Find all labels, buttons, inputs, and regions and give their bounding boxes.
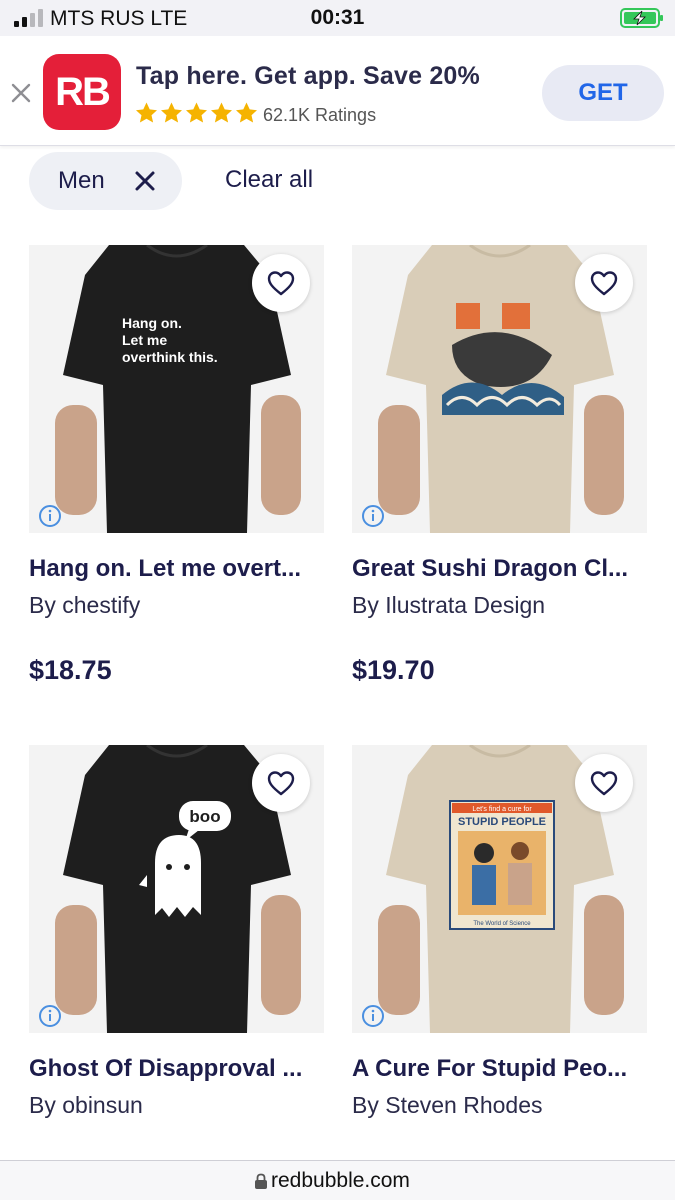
star-icon: [136, 102, 157, 123]
get-app-button[interactable]: GET: [542, 65, 664, 121]
shirt-print-line: overthink this.: [122, 349, 218, 365]
heart-icon: [267, 271, 295, 296]
close-icon[interactable]: [8, 80, 34, 106]
star-icon: [161, 102, 182, 123]
product-image[interactable]: [352, 245, 647, 533]
shirt-print-line: Hang on.: [122, 315, 182, 331]
heart-icon: [590, 271, 618, 296]
star-icon: [211, 102, 232, 123]
product-image[interactable]: Hang on. Let me overthink this.: [29, 245, 324, 533]
app-install-banner[interactable]: RB Tap here. Get app. Save 20% 62.1K Rat…: [0, 36, 675, 146]
heart-icon: [267, 771, 295, 796]
info-icon[interactable]: [361, 1004, 385, 1028]
shirt-print-line: Let me: [122, 332, 167, 348]
favorite-button[interactable]: [252, 254, 310, 312]
redbubble-app-logo: RB: [43, 54, 121, 130]
favorite-button[interactable]: [575, 254, 633, 312]
product-title[interactable]: Ghost Of Disapproval ...: [29, 1055, 329, 1083]
browser-address-bar[interactable]: redbubble.com: [0, 1160, 675, 1200]
clock: 00:31: [310, 6, 365, 29]
info-icon[interactable]: [38, 504, 62, 528]
product-title[interactable]: A Cure For Stupid Peo...: [352, 1055, 652, 1083]
shirt-print-line: boo: [189, 807, 220, 826]
rating-stars: [134, 101, 259, 125]
filter-chip-label: Men: [58, 167, 105, 194]
lock-icon: [255, 1173, 267, 1189]
product-image[interactable]: boo: [29, 745, 324, 1033]
shirt-print-line: Let's find a cure for: [472, 806, 532, 813]
star-icon: [236, 102, 257, 123]
star-icon: [186, 102, 207, 123]
product-image[interactable]: Let's find a cure for STUPID PEOPLE The …: [352, 745, 647, 1033]
shirt-print-line: The World of Science: [473, 921, 531, 927]
product-artist[interactable]: By chestify: [29, 592, 140, 619]
favorite-button[interactable]: [575, 754, 633, 812]
filter-chip-men[interactable]: Men: [29, 152, 182, 210]
info-icon[interactable]: [361, 504, 385, 528]
clear-all-filters-link[interactable]: Clear all: [225, 166, 313, 194]
ratings-count: 62.1K Ratings: [263, 105, 377, 125]
status-bar: MTS RUS LTE 00:31: [0, 0, 675, 36]
favorite-button[interactable]: [252, 754, 310, 812]
info-icon[interactable]: [38, 1004, 62, 1028]
battery-charging-icon: [620, 8, 663, 28]
product-title[interactable]: Hang on. Let me overt...: [29, 555, 329, 583]
product-artist[interactable]: By Steven Rhodes: [352, 1092, 543, 1119]
product-title[interactable]: Great Sushi Dragon Cl...: [352, 555, 652, 583]
shirt-print-line: STUPID PEOPLE: [458, 816, 546, 828]
product-artist[interactable]: By obinsun: [29, 1092, 143, 1119]
product-price: $19.70: [352, 655, 435, 685]
url-text[interactable]: redbubble.com: [271, 1169, 410, 1193]
banner-title: Tap here. Get app. Save 20%: [136, 62, 480, 90]
product-artist[interactable]: By Ilustrata Design: [352, 592, 545, 619]
heart-icon: [590, 771, 618, 796]
remove-filter-icon[interactable]: [133, 169, 157, 193]
product-price: $18.75: [29, 655, 112, 685]
